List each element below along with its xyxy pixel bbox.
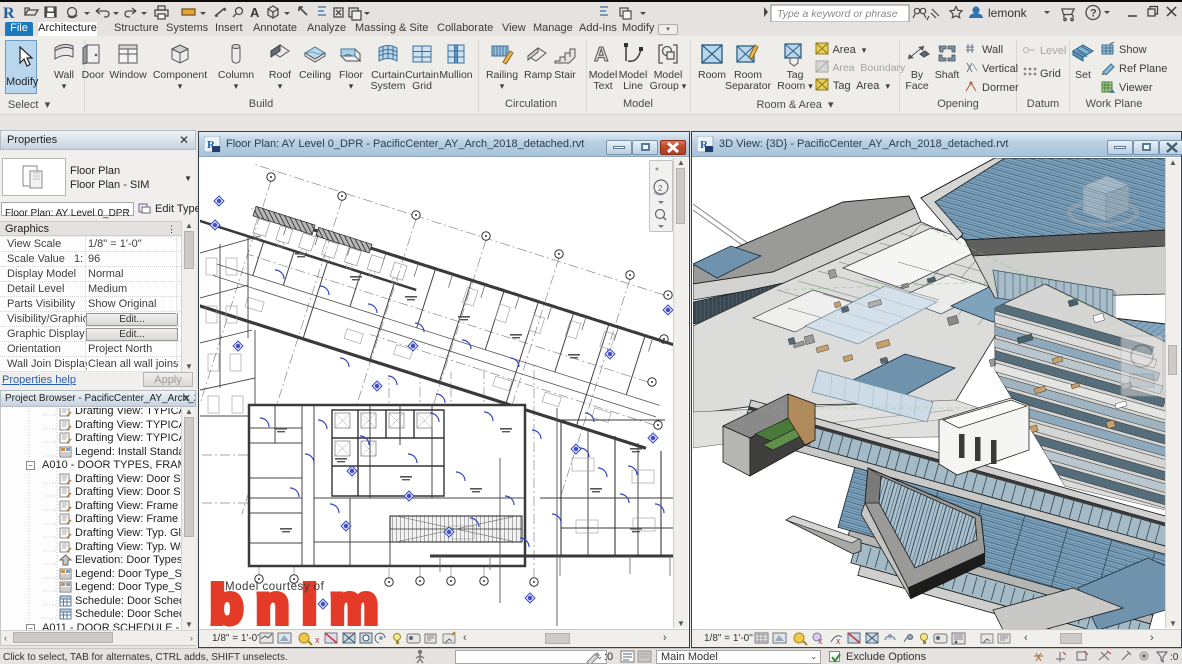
svg-text:2: 2 — [658, 184, 663, 193]
svg-text::0: :0 — [1170, 652, 1179, 663]
svg-text:Type a keyword or phrase: Type a keyword or phrase — [777, 8, 898, 20]
svg-text:Model courtesy of: Model courtesy of — [225, 581, 325, 593]
svg-text:x: x — [836, 636, 841, 646]
svg-text:A: A — [594, 44, 608, 66]
svg-text:?: ? — [1090, 8, 1097, 20]
svg-text:A: A — [250, 5, 260, 20]
svg-text:R: R — [3, 5, 15, 22]
svg-text:x: x — [818, 636, 823, 646]
svg-text:lemonk: lemonk — [988, 6, 1028, 20]
svg-text:x: x — [315, 635, 320, 645]
